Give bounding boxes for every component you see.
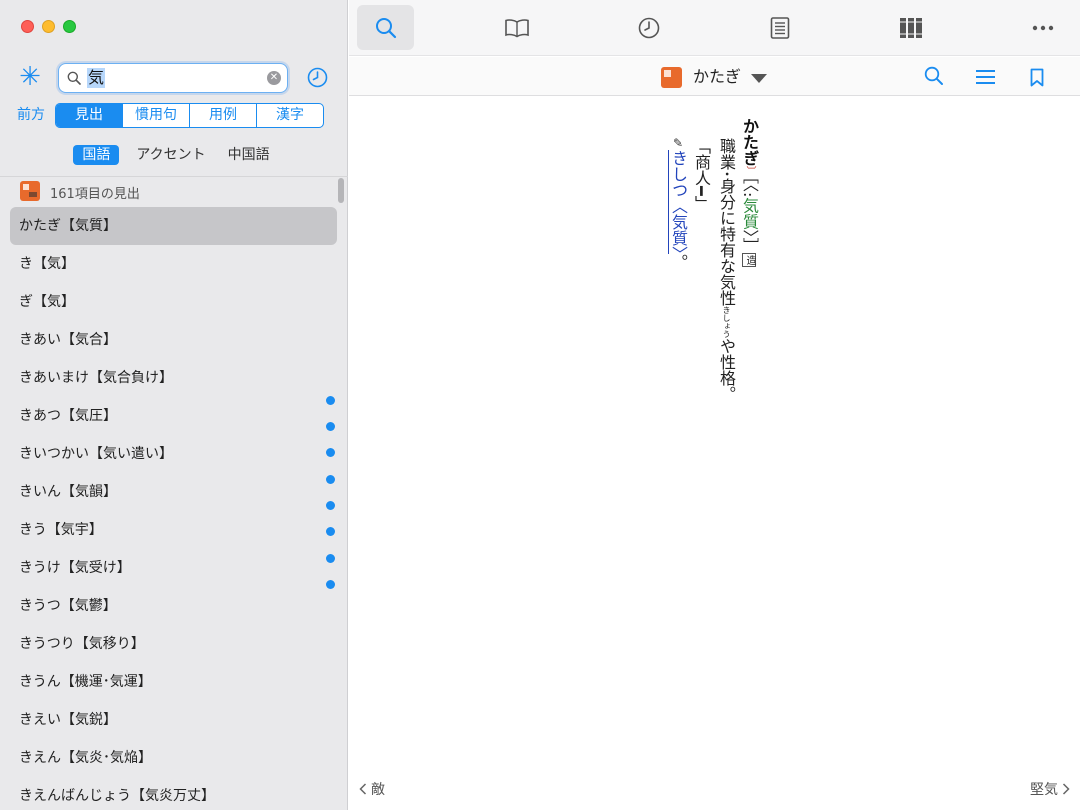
search-input[interactable]: 気 ✕ [58, 63, 288, 93]
dictionary-tabs: 国語 アクセント 中国語 [0, 145, 348, 165]
previous-entry-label: 敵 [371, 782, 385, 798]
list-item[interactable]: きいつかい【気い遣い】 [10, 435, 337, 473]
entry-reference-column: ✎きしつ〈気質〉。 [667, 136, 689, 270]
top-toolbar [349, 0, 1080, 56]
results-scrollbar[interactable] [338, 178, 344, 203]
headword: かたぎ [740, 118, 759, 166]
list-item[interactable]: きあい【気合】 [10, 321, 337, 359]
chevron-right-icon [1062, 783, 1070, 795]
list-item[interactable]: きう【気宇】 [10, 511, 337, 549]
origin-tag: 造 [742, 253, 756, 268]
list-item[interactable]: きえい【気鋭】 [10, 701, 337, 739]
entry-headword-column: かたぎ〕［〈:気質〉］造 [738, 118, 760, 268]
tab-idiom[interactable]: 慣用句 [122, 104, 189, 127]
list-item[interactable]: きえんばんじょう【気炎万丈】 [10, 777, 337, 810]
sidebar: ✳ 気 ✕ 前方 見出 慣用句 用例 漢字 国語 アクセント 中国語 161項目… [0, 0, 348, 810]
toolbar-history-button[interactable] [620, 5, 677, 50]
kanji-close: 〉］ [740, 229, 759, 254]
reference-link[interactable]: きしつ〈気質〉 [668, 150, 688, 254]
list-item[interactable]: きあつ【気圧】 [10, 397, 337, 435]
search-type-segmented: 見出 慣用句 用例 漢字 [55, 103, 324, 128]
kanji-form: 気質 [740, 197, 759, 230]
wildcard-icon[interactable]: ✳ [18, 64, 42, 90]
close-window-button[interactable] [21, 20, 34, 33]
next-entry-label: 堅気 [1030, 782, 1058, 798]
result-count: 161項目の見出 [50, 187, 140, 202]
unread-dot [326, 475, 335, 484]
unread-dot [326, 448, 335, 457]
clock-icon [638, 17, 659, 38]
ellipsis-icon [1032, 25, 1053, 30]
search-icon [67, 71, 81, 85]
list-item[interactable]: きうけ【気受け】 [10, 549, 337, 587]
zoom-window-button[interactable] [63, 20, 76, 33]
tab-example[interactable]: 用例 [189, 104, 256, 127]
previous-entry-button[interactable]: 敵 [359, 779, 385, 799]
accent-mark: 〕 [744, 166, 755, 176]
open-book-icon [504, 18, 529, 37]
list-icon[interactable] [975, 69, 996, 85]
tab-kanji[interactable]: 漢字 [256, 104, 323, 127]
list-item[interactable]: かたぎ【気質】 [10, 207, 337, 245]
definition-text: 職業･身分に特有な気性 [717, 138, 736, 307]
history-icon[interactable] [307, 67, 328, 88]
bookmark-icon[interactable] [1030, 68, 1044, 87]
list-item[interactable]: きうつり【気移り】 [10, 625, 337, 663]
chevron-down-icon[interactable] [751, 74, 767, 83]
tab-kokugo[interactable]: 国語 [73, 145, 120, 165]
list-item[interactable]: きうつ【気鬱】 [10, 587, 337, 625]
match-mode-button[interactable]: 前方 [17, 104, 45, 124]
example-text: 「商人━」 [692, 138, 711, 212]
definition-text-end: や性格。 [717, 338, 736, 403]
list-item[interactable]: きうん【機運･気運】 [10, 663, 337, 701]
entry-example-column: 「商人━」 [690, 138, 712, 212]
dictionary-icon [661, 67, 682, 88]
minimize-window-button[interactable] [42, 20, 55, 33]
unread-dot [326, 501, 335, 510]
tab-chinese[interactable]: 中国語 [223, 145, 275, 165]
tab-accent[interactable]: アクセント [131, 145, 210, 165]
books-icon [899, 17, 922, 38]
list-item[interactable]: き【気】 [10, 245, 337, 283]
unread-dot [326, 422, 335, 431]
toolbar-book-button[interactable] [488, 5, 545, 50]
toolbar-library-button[interactable] [882, 5, 939, 50]
main-panel: かたぎ かたぎ〕［〈:気質〉］造 職業･身分に特有な気性きしょうや性格。 「商人… [349, 0, 1080, 810]
tab-headword[interactable]: 見出 [56, 104, 122, 127]
list-item[interactable]: ぎ【気】 [10, 283, 337, 321]
list-item[interactable]: きいん【気韻】 [10, 473, 337, 511]
chevron-left-icon [359, 783, 367, 795]
reference-icon: ✎ [671, 136, 685, 150]
window-controls [21, 20, 76, 33]
unread-dot [326, 396, 335, 405]
unread-dot [326, 527, 335, 536]
clear-search-icon[interactable]: ✕ [267, 71, 281, 85]
find-in-entry-icon[interactable] [924, 66, 944, 86]
list-item[interactable]: きあいまけ【気合負け】 [10, 359, 337, 397]
entry-title[interactable]: かたぎ [693, 66, 741, 88]
search-query: 気 [87, 68, 106, 88]
toolbar-search-button[interactable] [357, 5, 414, 50]
ruby-reading: きしょう [722, 306, 731, 339]
entry-header: かたぎ [349, 57, 1080, 96]
list-item[interactable]: きえん【気炎･気焔】 [10, 739, 337, 777]
dictionary-icon [20, 181, 40, 201]
result-count-row: 161項目の見出 [0, 176, 348, 206]
results-list: かたぎ【気質】 き【気】 ぎ【気】 きあい【気合】 きあいまけ【気合負け】 きあつ【気圧】… [0, 207, 348, 810]
next-entry-button[interactable]: 堅気 [1030, 779, 1070, 799]
toolbar-more-button[interactable] [1014, 5, 1071, 50]
search-icon [375, 17, 396, 38]
toolbar-notes-button[interactable] [751, 5, 808, 50]
reference-end: 。 [669, 254, 688, 270]
unread-dot [326, 580, 335, 589]
kanji-open: ［ [740, 176, 759, 184]
kanji-paren: 〈: [740, 184, 759, 198]
entry-definition-column: 職業･身分に特有な気性きしょうや性格。 [715, 138, 737, 402]
document-icon [770, 16, 789, 39]
unread-dot [326, 554, 335, 563]
